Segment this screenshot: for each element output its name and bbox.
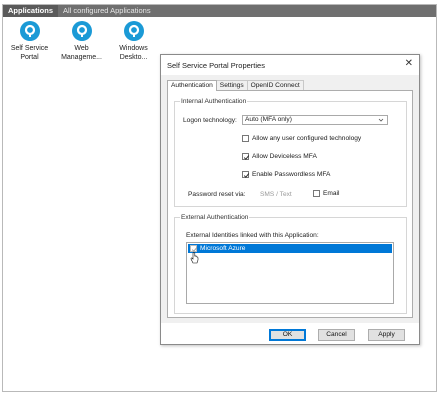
allow-deviceless-checkbox[interactable] <box>242 153 250 160</box>
tab-openid-connect[interactable]: OpenID Connect <box>246 80 304 90</box>
tab-all-configured-applications[interactable]: All configured Applications <box>58 5 156 17</box>
logon-technology-label: Logon technology: <box>183 117 237 124</box>
external-identities-list[interactable]: Microsoft Azure <box>186 242 394 304</box>
app-logo-icon <box>19 21 40 41</box>
chevron-down-icon <box>378 118 384 122</box>
microsoft-azure-checkbox[interactable] <box>190 245 198 252</box>
logon-technology-value: Auto (MFA only) <box>245 116 292 123</box>
microsoft-azure-label: Microsoft Azure <box>200 245 246 252</box>
tab-authentication[interactable]: Authentication <box>167 80 217 91</box>
dialog-body: Authentication Settings OpenID Connect I… <box>161 75 419 323</box>
tab-settings[interactable]: Settings <box>215 80 248 90</box>
external-auth-group: External Authentication External Identit… <box>174 214 407 314</box>
dialog-buttons: OK Cancel Apply <box>161 326 419 344</box>
internal-auth-group: Internal Authentication Logon technology… <box>174 98 407 207</box>
top-bar: Applications All configured Applications <box>3 5 436 17</box>
tile-windows-desktop[interactable]: Windows Deskto... <box>111 21 156 62</box>
allow-any-user-row[interactable]: Allow any user configured technology <box>242 135 361 142</box>
tile-web-management[interactable]: Web Manageme... <box>59 21 104 62</box>
checkmark-icon <box>243 155 250 160</box>
authentication-panel: Internal Authentication Logon technology… <box>167 90 413 318</box>
enable-passwordless-row[interactable]: Enable Passwordless MFA <box>242 171 330 178</box>
list-item-microsoft-azure[interactable]: Microsoft Azure <box>188 244 392 253</box>
app-logo-icon <box>123 21 144 41</box>
password-reset-email-label: Email <box>323 190 340 197</box>
checkmark-icon <box>243 173 250 178</box>
external-identities-label: External Identities linked with this App… <box>186 232 319 239</box>
ok-button[interactable]: OK <box>269 329 306 341</box>
tile-label: Self Service Portal <box>10 45 49 61</box>
enable-passwordless-checkbox[interactable] <box>242 171 250 178</box>
enable-passwordless-label: Enable Passwordless MFA <box>252 171 331 178</box>
password-reset-email-checkbox[interactable] <box>313 190 320 197</box>
tile-label: Web Manageme... <box>61 45 102 61</box>
properties-dialog: Self Service Portal Properties ✕ Authent… <box>160 54 420 345</box>
password-reset-label: Password reset via: <box>188 191 246 198</box>
application-tiles: Self Service Portal Web Manageme... Window… <box>7 21 163 62</box>
logon-technology-select[interactable]: Auto (MFA only) <box>242 115 388 125</box>
close-icon[interactable]: ✕ <box>405 58 413 70</box>
password-reset-sms: SMS / Text <box>260 191 292 198</box>
apply-button[interactable]: Apply <box>368 329 405 341</box>
tile-self-service-portal[interactable]: Self Service Portal <box>7 21 52 62</box>
external-auth-title: External Authentication <box>180 214 250 222</box>
tab-applications[interactable]: Applications <box>3 5 59 17</box>
password-reset-email-row[interactable]: Email <box>313 190 340 197</box>
cancel-button[interactable]: Cancel <box>318 329 355 341</box>
internal-auth-title: Internal Authentication <box>180 98 248 106</box>
allow-any-user-label: Allow any user configured technology <box>252 135 362 142</box>
hand-cursor-icon <box>190 252 199 264</box>
allow-deviceless-label: Allow Deviceless MFA <box>252 153 317 160</box>
tile-label: Windows Deskto... <box>119 45 148 61</box>
dialog-title: Self Service Portal Properties <box>167 61 265 70</box>
app-logo-icon <box>71 21 92 41</box>
allow-deviceless-row[interactable]: Allow Deviceless MFA <box>242 153 317 160</box>
allow-any-user-checkbox[interactable] <box>242 135 249 142</box>
